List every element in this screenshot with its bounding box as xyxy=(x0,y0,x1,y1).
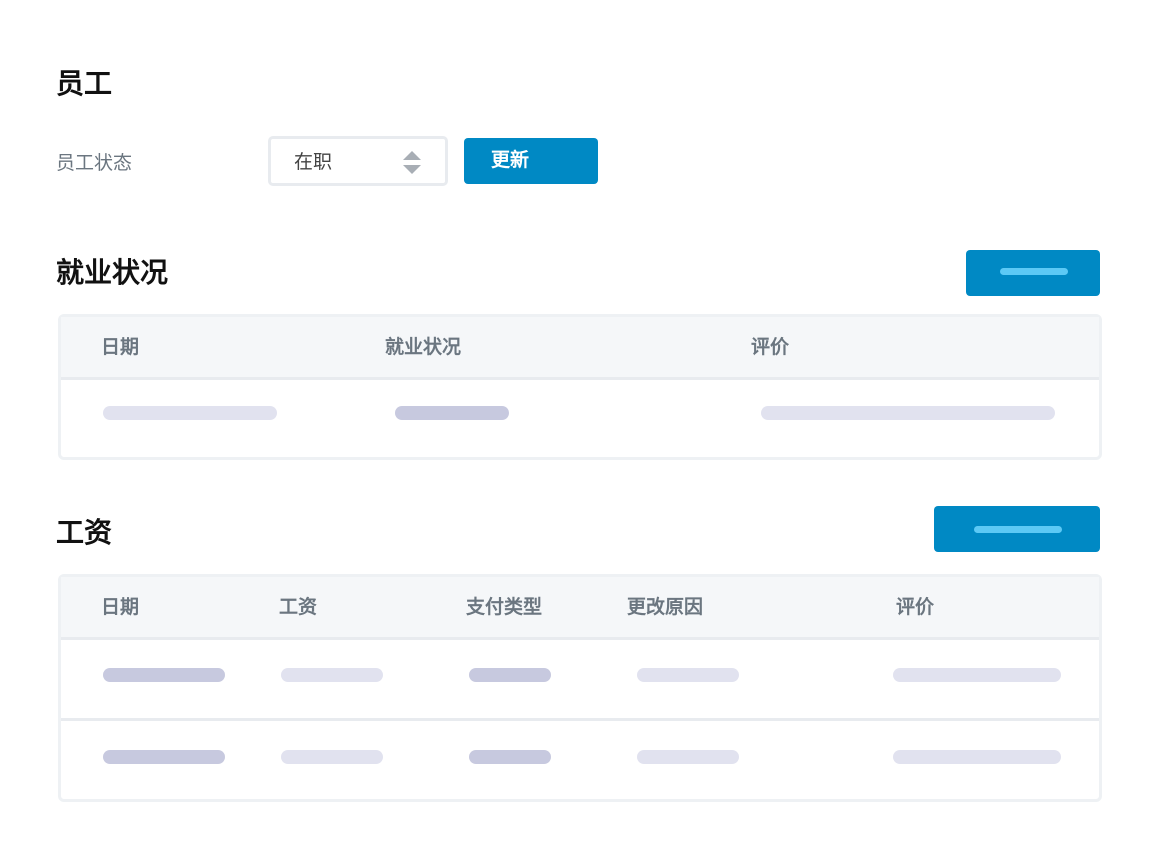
sort-arrows-icon xyxy=(403,151,421,174)
add-employment-button-placeholder xyxy=(1000,268,1068,275)
employee-status-label: 员工状态 xyxy=(56,152,133,174)
salary-change-reason-placeholder xyxy=(637,668,739,682)
employment-date-placeholder xyxy=(103,406,277,420)
salary-pay-type-placeholder xyxy=(469,668,551,682)
update-button-label: 更新 xyxy=(491,150,530,171)
table-row xyxy=(61,721,1099,799)
salary-col-comment: 评价 xyxy=(896,596,935,618)
employment-table-header: 日期 就业状况 评价 xyxy=(61,317,1099,377)
salary-col-pay-type: 支付类型 xyxy=(466,596,543,618)
salary-col-date: 日期 xyxy=(101,596,140,618)
table-row xyxy=(61,380,1099,457)
employment-col-date: 日期 xyxy=(101,336,140,358)
employee-status-select[interactable]: 在职 xyxy=(268,136,448,186)
employment-comment-placeholder xyxy=(761,406,1055,420)
salary-table: 日期 工资 支付类型 更改原因 评价 xyxy=(58,574,1102,802)
add-salary-button-placeholder xyxy=(974,526,1062,533)
update-button[interactable]: 更新 xyxy=(464,138,598,184)
salary-section-title: 工资 xyxy=(56,516,113,549)
add-salary-button[interactable] xyxy=(934,506,1100,552)
salary-comment-placeholder xyxy=(893,668,1061,682)
salary-comment-placeholder xyxy=(893,750,1061,764)
employment-section-title: 就业状况 xyxy=(56,256,169,289)
salary-pay-type-placeholder xyxy=(469,750,551,764)
salary-table-header: 日期 工资 支付类型 更改原因 评价 xyxy=(61,577,1099,637)
salary-col-salary: 工资 xyxy=(279,596,318,618)
salary-amount-placeholder xyxy=(281,668,383,682)
table-row xyxy=(61,640,1099,718)
employment-col-status: 就业状况 xyxy=(385,336,462,358)
page-title: 员工 xyxy=(56,67,113,100)
add-employment-button[interactable] xyxy=(966,250,1100,296)
salary-amount-placeholder xyxy=(281,750,383,764)
salary-change-reason-placeholder xyxy=(637,750,739,764)
salary-date-placeholder xyxy=(103,668,225,682)
salary-col-change-reason: 更改原因 xyxy=(627,596,704,618)
salary-date-placeholder xyxy=(103,750,225,764)
employment-table: 日期 就业状况 评价 xyxy=(58,314,1102,460)
employee-status-value: 在职 xyxy=(294,151,333,173)
employment-col-comment: 评价 xyxy=(751,336,790,358)
employment-status-placeholder xyxy=(395,406,509,420)
